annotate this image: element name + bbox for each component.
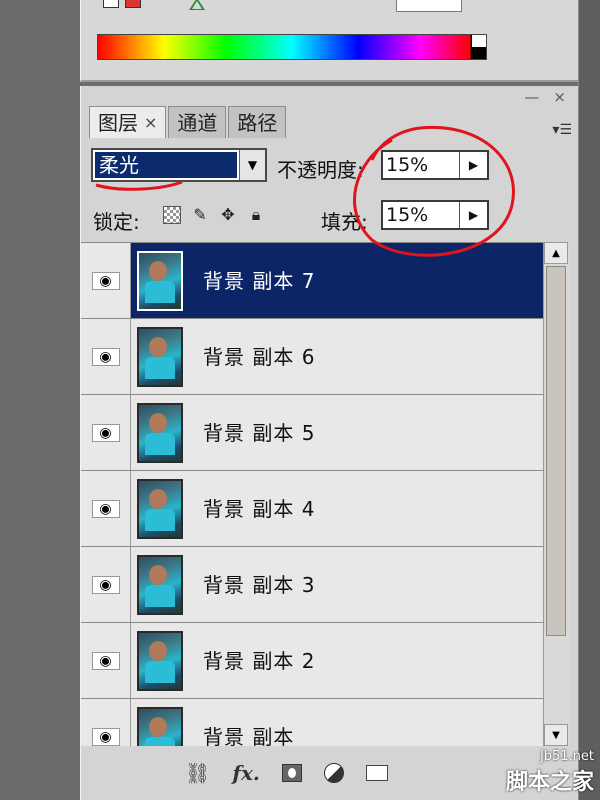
lock-transparency-icon[interactable] — [163, 206, 181, 224]
blend-mode-select[interactable]: 柔光 ▼ — [91, 148, 267, 182]
foreground-swatch[interactable] — [125, 0, 141, 8]
layer-thumbnail — [137, 706, 183, 746]
tab-channels[interactable]: 通道 — [168, 106, 227, 138]
layers-panel: — × 图层 × 通道 路径 ▾☰ 柔光 ▼ 不透明度: 15% ▶ 锁定: ✎ — [80, 86, 578, 800]
lock-move-icon[interactable]: ✥ — [219, 206, 237, 224]
color-swatches — [103, 0, 141, 8]
layer-row[interactable]: ◉ 背景 副本 7 — [81, 243, 543, 319]
close-icon[interactable]: × — [553, 88, 566, 106]
lock-fill-row: 锁定: ✎ ✥ 🔒︎ 填充: 15% ▶ — [81, 194, 578, 240]
chevron-down-icon[interactable]: ▼ — [239, 150, 265, 180]
layer-name: 背景 副本 5 — [203, 421, 316, 445]
layer-name: 背景 副本 2 — [203, 649, 316, 673]
color-slider-triangle-icon[interactable] — [189, 0, 205, 10]
color-panel — [80, 0, 578, 82]
tab-layers[interactable]: 图层 × — [89, 106, 167, 139]
panel-tabs: 图层 × 通道 路径 — [89, 106, 288, 138]
layers-bottom-toolbar: ⛓ fx. — [81, 746, 578, 800]
visibility-eye-icon[interactable]: ◉ — [91, 727, 120, 746]
tab-paths[interactable]: 路径 — [228, 106, 287, 138]
layers-scrollbar[interactable]: ▲ ▼ — [543, 242, 569, 746]
new-group-folder-icon[interactable] — [365, 765, 388, 781]
scrollbar-thumb[interactable] — [546, 266, 566, 636]
layer-thumbnail — [137, 402, 183, 463]
scroll-down-icon[interactable]: ▼ — [544, 724, 568, 746]
visibility-eye-icon[interactable]: ◉ — [91, 423, 120, 442]
visibility-eye-icon[interactable]: ◉ — [91, 347, 120, 366]
adjustment-layer-icon[interactable] — [323, 763, 344, 783]
layer-row[interactable]: ◉ 背景 副本 3 — [81, 547, 543, 623]
minimize-icon[interactable]: — — [524, 88, 539, 106]
scroll-up-icon[interactable]: ▲ — [544, 242, 568, 264]
color-value-box[interactable] — [396, 0, 462, 12]
fill-value[interactable]: 15% — [383, 202, 459, 228]
opacity-label: 不透明度: — [277, 158, 364, 182]
layer-thumbnail — [137, 478, 183, 539]
fill-slider-arrow-icon[interactable]: ▶ — [459, 202, 487, 228]
tab-channels-label: 通道 — [177, 110, 218, 135]
opacity-slider-arrow-icon[interactable]: ▶ — [459, 152, 487, 178]
watermark: jb51.net 脚本之家 — [506, 749, 594, 796]
workspace-background — [0, 0, 80, 800]
panel-menu-icon[interactable]: ▾☰ — [552, 122, 572, 138]
color-spectrum-bar[interactable] — [97, 34, 487, 60]
layer-name: 背景 副本 7 — [203, 269, 316, 293]
tab-paths-label: 路径 — [237, 110, 278, 135]
opacity-field[interactable]: 15% ▶ — [381, 150, 489, 180]
opacity-value[interactable]: 15% — [383, 152, 459, 178]
layer-thumbnail — [137, 326, 183, 387]
lock-brush-icon[interactable]: ✎ — [191, 206, 209, 224]
layers-list: ◉ 背景 副本 7 ◉ 背景 副本 6 ◉ 背景 副本 5 ◉ 背景 副本 4 … — [81, 242, 543, 746]
blend-opacity-row: 柔光 ▼ 不透明度: 15% ▶ — [81, 138, 578, 190]
lock-label: 锁定: — [93, 210, 140, 234]
background-swatch[interactable] — [103, 0, 119, 8]
layer-row[interactable]: ◉ 背景 副本 2 — [81, 623, 543, 699]
layer-name: 背景 副本 4 — [203, 497, 316, 521]
right-edge-strip — [578, 0, 600, 800]
visibility-eye-icon[interactable]: ◉ — [91, 651, 120, 670]
layer-row[interactable]: ◉ 背景 副本 — [81, 699, 543, 746]
add-mask-icon[interactable] — [281, 764, 302, 782]
layer-thumbnail — [137, 554, 183, 615]
layer-name: 背景 副本 — [203, 725, 295, 746]
fill-field[interactable]: 15% ▶ — [381, 200, 489, 230]
layer-row[interactable]: ◉ 背景 副本 4 — [81, 471, 543, 547]
layer-thumbnail — [137, 250, 183, 311]
watermark-text: 脚本之家 — [505, 770, 594, 795]
lock-icons: ✎ ✥ 🔒︎ — [163, 206, 265, 224]
layer-thumbnail — [137, 630, 183, 691]
lock-all-icon[interactable]: 🔒︎ — [247, 206, 265, 224]
link-layers-icon[interactable]: ⛓ — [185, 761, 210, 785]
tab-close-icon[interactable]: × — [144, 107, 157, 139]
tab-layers-label: 图层 — [98, 110, 138, 135]
fill-label: 填充: — [321, 210, 368, 234]
layer-row[interactable]: ◉ 背景 副本 6 — [81, 319, 543, 395]
panel-header: — × — [81, 86, 578, 108]
layer-name: 背景 副本 3 — [203, 573, 316, 597]
layer-row[interactable]: ◉ 背景 副本 5 — [81, 395, 543, 471]
blend-mode-value: 柔光 — [95, 152, 237, 178]
layer-name: 背景 副本 6 — [203, 345, 316, 369]
visibility-eye-icon[interactable]: ◉ — [91, 271, 120, 290]
watermark-url: jb51.net — [540, 749, 594, 764]
visibility-eye-icon[interactable]: ◉ — [91, 499, 120, 518]
layer-style-fx-icon[interactable]: fx. — [232, 761, 260, 785]
visibility-eye-icon[interactable]: ◉ — [91, 575, 120, 594]
